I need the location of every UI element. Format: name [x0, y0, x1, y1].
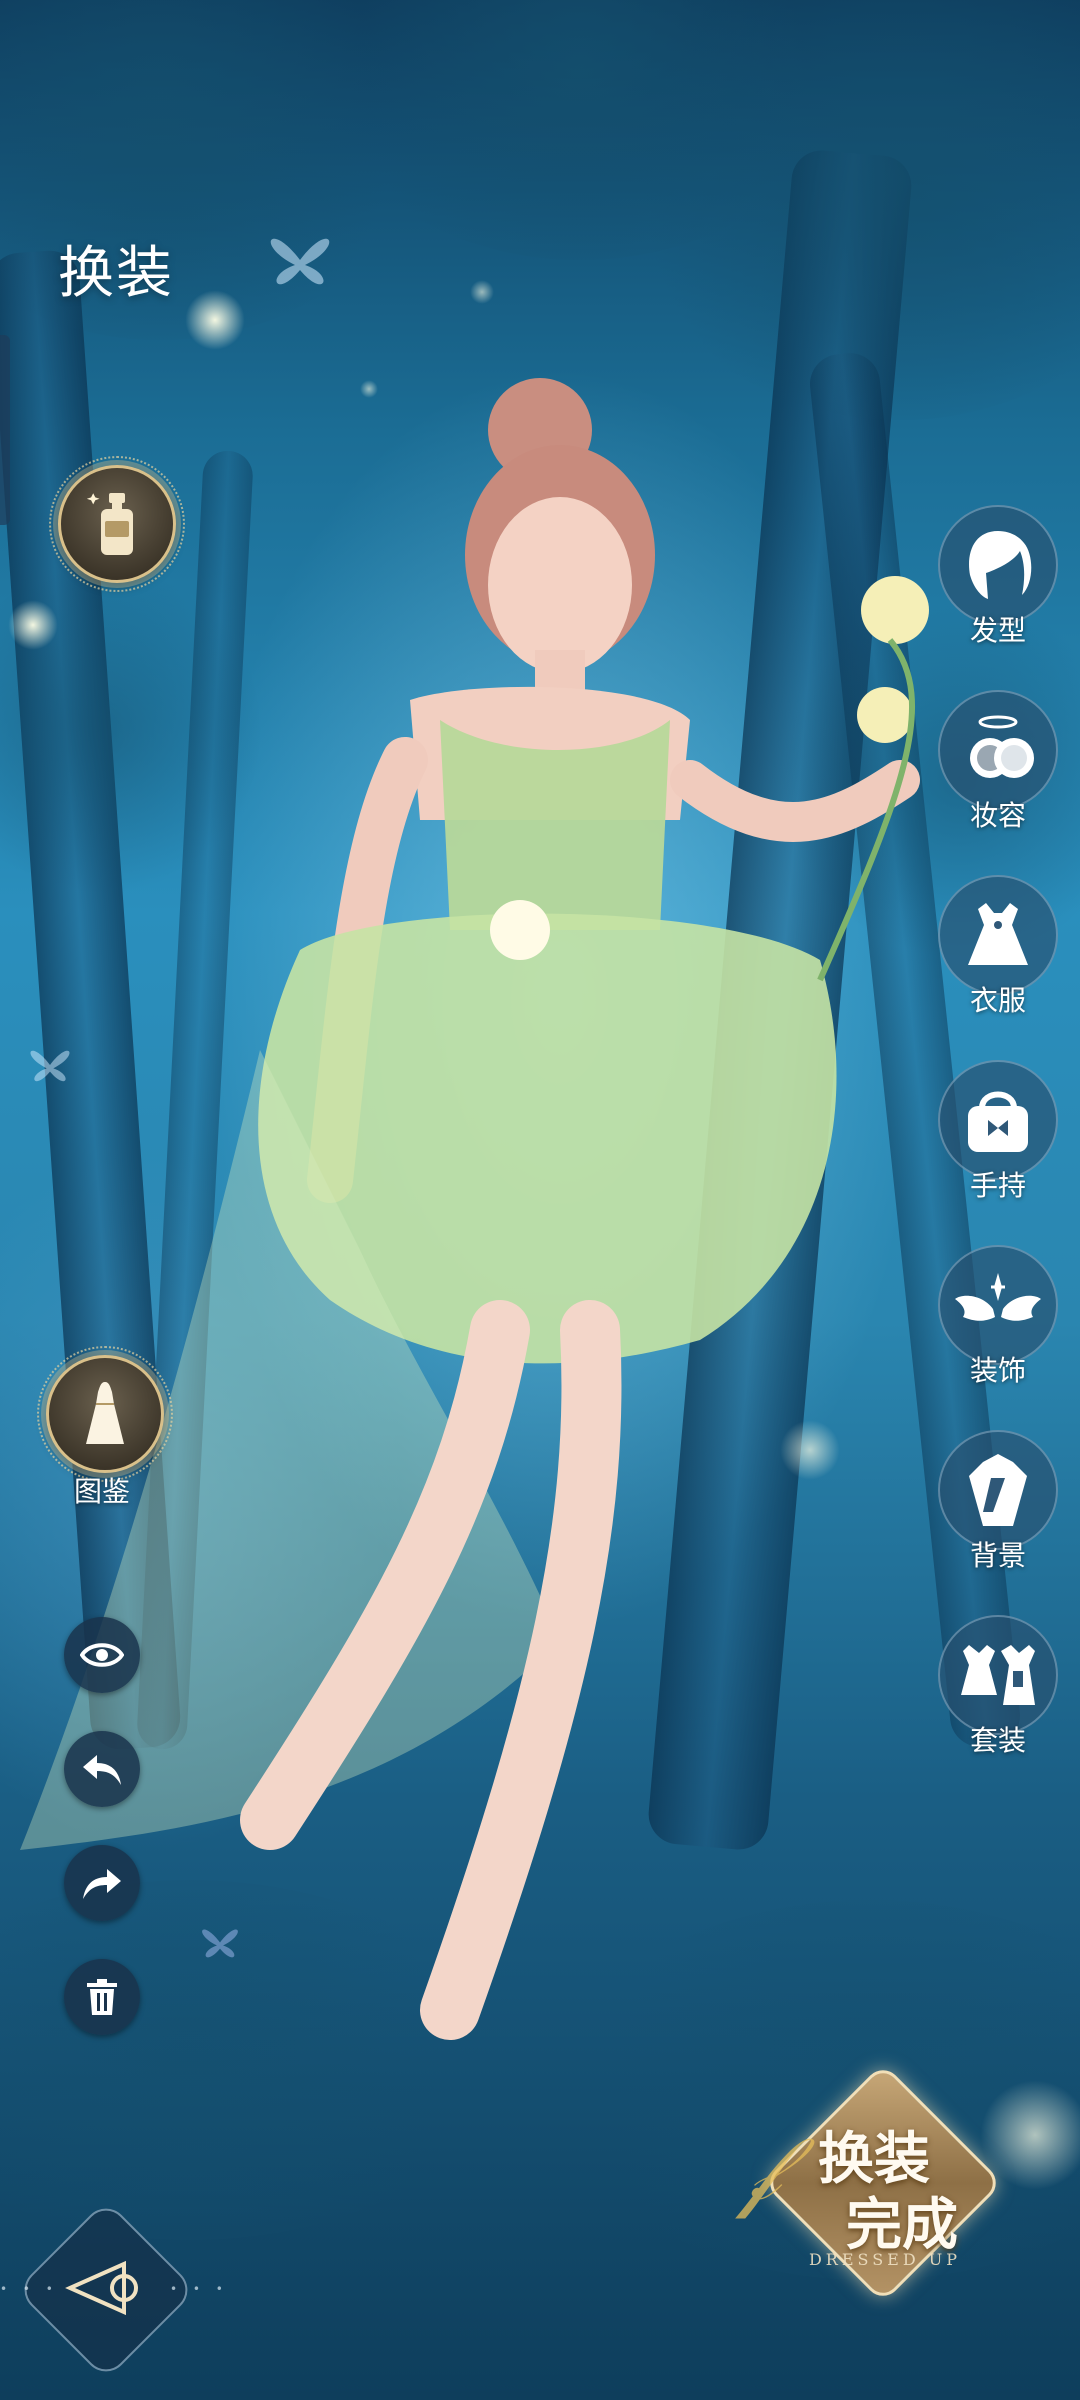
- category-makeup-circle: [938, 690, 1058, 810]
- category-hair-circle: [938, 505, 1058, 625]
- decorative-dots: • • •: [0, 2282, 59, 2296]
- dressed-up-subtitle: DRESSED UP: [808, 2250, 962, 2269]
- hide-ui-button[interactable]: [64, 1617, 140, 1693]
- undo-icon: [83, 1755, 121, 1785]
- gallery-button[interactable]: [37, 1346, 173, 1482]
- makeup-icon: [970, 715, 1034, 778]
- dress-icon: [968, 903, 1028, 965]
- category-label: 手持: [969, 1169, 1026, 1202]
- undo-button[interactable]: [64, 1731, 140, 1807]
- decorative-script-glyph: 𝒻: [740, 2116, 781, 2221]
- decorative-dots: • • •: [170, 2282, 229, 2296]
- category-clothes[interactable]: 衣服: [936, 875, 1060, 1045]
- category-label: 衣服: [969, 984, 1026, 1017]
- dress-up-screen: 换装 图鉴 发型 妆容 衣服 手持 装饰 背景 套装 • • • • • • 𝒻…: [0, 0, 1080, 2400]
- perfume-bottle-icon: [87, 493, 133, 555]
- category-outfit-set-circle: [938, 1615, 1058, 1735]
- category-background[interactable]: 背景: [936, 1430, 1060, 1600]
- category-handheld-circle: [938, 1060, 1058, 1180]
- category-label: 妆容: [969, 799, 1026, 832]
- gallery-label: 图鉴: [73, 1475, 130, 1508]
- category-background-circle: [938, 1430, 1058, 1550]
- dressed-up-label-line2: 完成: [846, 2192, 958, 2258]
- category-label: 背景: [969, 1539, 1026, 1572]
- background-icon: [969, 1454, 1027, 1526]
- category-hair[interactable]: 发型: [936, 505, 1060, 675]
- back-button[interactable]: [42, 2226, 166, 2350]
- trash-icon: [87, 1979, 117, 2015]
- category-label: 装饰: [969, 1354, 1026, 1387]
- category-label: 发型: [969, 614, 1026, 647]
- wings-icon: [955, 1273, 1041, 1321]
- category-clothes-circle: [938, 875, 1058, 995]
- delete-button[interactable]: [64, 1959, 140, 2035]
- character-illustration: [20, 378, 929, 2040]
- category-decoration[interactable]: 装饰: [936, 1245, 1060, 1415]
- category-outfit-set[interactable]: 套装: [936, 1615, 1060, 1785]
- redo-icon: [83, 1869, 121, 1899]
- perfume-button[interactable]: [49, 456, 185, 592]
- dressed-up-button[interactable]: 𝒻 换装 完成 DRESSED UP: [740, 2060, 1004, 2304]
- hair-icon: [969, 531, 1032, 599]
- category-decoration-circle: [938, 1245, 1058, 1365]
- category-makeup[interactable]: 妆容: [936, 690, 1060, 860]
- page-title: 换装: [58, 241, 174, 306]
- eye-icon: [80, 1643, 124, 1667]
- side-drawer-handle[interactable]: [0, 335, 10, 525]
- outfit-set-icon: [961, 1645, 1035, 1705]
- dress-icon: [86, 1382, 124, 1444]
- back-arrow-icon: [65, 2260, 138, 2316]
- category-handheld[interactable]: 手持: [936, 1060, 1060, 1230]
- category-label: 套装: [969, 1724, 1026, 1757]
- handbag-icon: [968, 1091, 1028, 1152]
- redo-button[interactable]: [64, 1845, 140, 1921]
